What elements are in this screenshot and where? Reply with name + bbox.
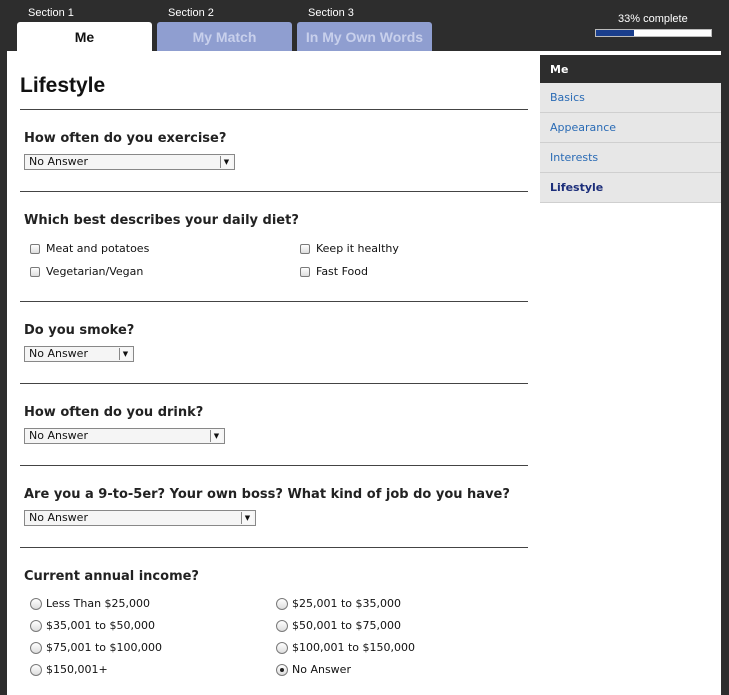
exercise-select[interactable]: No Answer ▼	[24, 154, 235, 170]
income-option[interactable]: $75,001 to $100,000	[30, 641, 162, 654]
diet-option-healthy[interactable]: Keep it healthy	[300, 242, 399, 255]
frame-left-border	[0, 51, 7, 695]
divider	[20, 465, 528, 466]
divider	[20, 191, 528, 192]
radio-selected-icon[interactable]	[276, 663, 288, 676]
smoke-question: Do you smoke?	[24, 323, 135, 338]
radio-icon[interactable]	[30, 619, 42, 632]
radio-icon[interactable]	[276, 619, 288, 632]
exercise-question: How often do you exercise?	[24, 131, 227, 146]
income-option[interactable]: $35,001 to $50,000	[30, 619, 155, 632]
radio-icon[interactable]	[276, 597, 288, 610]
smoke-select[interactable]: No Answer ▼	[24, 346, 134, 362]
income-option-label: $100,001 to $150,000	[292, 641, 416, 654]
progress-bar	[595, 29, 712, 37]
checkbox-icon[interactable]	[30, 243, 40, 254]
drink-select-value: No Answer	[29, 429, 88, 442]
drink-question: How often do you drink?	[24, 405, 204, 420]
divider	[20, 547, 528, 548]
diet-option-label: Fast Food	[316, 265, 368, 278]
section-1-label: Section 1	[28, 7, 74, 19]
divider	[20, 109, 528, 110]
radio-dot-icon	[280, 667, 284, 672]
diet-option-label: Vegetarian/Vegan	[46, 265, 144, 278]
diet-question: Which best describes your daily diet?	[24, 213, 299, 228]
income-option-label: $150,001+	[46, 663, 108, 676]
tab-me[interactable]: Me	[17, 22, 152, 51]
dropdown-arrow-icon: ▼	[119, 348, 131, 360]
dropdown-arrow-icon: ▼	[210, 430, 222, 442]
diet-option-label: Keep it healthy	[316, 242, 399, 255]
tab-in-my-own-words[interactable]: In My Own Words	[297, 22, 432, 51]
drink-select[interactable]: No Answer ▼	[24, 428, 225, 444]
income-option[interactable]: $150,001+	[30, 663, 108, 676]
dropdown-arrow-icon: ▼	[241, 512, 253, 524]
income-option[interactable]: $25,001 to $35,000	[276, 597, 401, 610]
radio-icon[interactable]	[276, 641, 288, 654]
sidebar-title: Me	[540, 55, 721, 83]
sidebar-item-lifestyle[interactable]: Lifestyle	[540, 173, 721, 203]
job-select[interactable]: No Answer ▼	[24, 510, 256, 526]
progress-fill	[596, 30, 634, 36]
diet-option-label: Meat and potatoes	[46, 242, 150, 255]
checkbox-icon[interactable]	[300, 266, 310, 277]
page-title: Lifestyle	[20, 74, 106, 97]
smoke-select-value: No Answer	[29, 347, 88, 360]
progress-text: 33% complete	[618, 13, 688, 25]
sidebar-item-basics[interactable]: Basics	[540, 83, 721, 113]
income-option[interactable]: $100,001 to $150,000	[276, 641, 415, 654]
job-select-value: No Answer	[29, 511, 88, 524]
income-option-label: $75,001 to $100,000	[46, 641, 163, 654]
radio-icon[interactable]	[30, 641, 42, 654]
radio-icon[interactable]	[30, 597, 42, 610]
sidebar-item-appearance[interactable]: Appearance	[540, 113, 721, 143]
income-option-label: No Answer	[292, 663, 351, 676]
diet-option-vegetarian[interactable]: Vegetarian/Vegan	[30, 265, 143, 278]
income-option-label: $50,001 to $75,000	[292, 619, 402, 632]
divider	[20, 383, 528, 384]
exercise-select-value: No Answer	[29, 155, 88, 168]
sidebar: Me Basics Appearance Interests Lifestyle	[540, 55, 721, 203]
job-question: Are you a 9-to-5er? Your own boss? What …	[24, 487, 510, 502]
income-option-label: Less Than $25,000	[46, 597, 151, 610]
tab-my-match[interactable]: My Match	[157, 22, 292, 51]
income-option-selected[interactable]: No Answer	[276, 663, 351, 676]
radio-icon[interactable]	[30, 663, 42, 676]
section-2-label: Section 2	[168, 7, 214, 19]
dropdown-arrow-icon: ▼	[220, 156, 232, 168]
diet-option-fast-food[interactable]: Fast Food	[300, 265, 368, 278]
income-option-label: $25,001 to $35,000	[292, 597, 402, 610]
income-option-label: $35,001 to $50,000	[46, 619, 156, 632]
income-question: Current annual income?	[24, 569, 199, 584]
top-navigation-bar: Section 1 Section 2 Section 3 Me My Matc…	[0, 0, 729, 51]
checkbox-icon[interactable]	[30, 266, 40, 277]
checkbox-icon[interactable]	[300, 243, 310, 254]
frame-right-border	[721, 51, 729, 695]
divider	[20, 301, 528, 302]
section-3-label: Section 3	[308, 7, 354, 19]
income-option[interactable]: $50,001 to $75,000	[276, 619, 401, 632]
diet-option-meat[interactable]: Meat and potatoes	[30, 242, 149, 255]
income-option[interactable]: Less Than $25,000	[30, 597, 150, 610]
sidebar-item-interests[interactable]: Interests	[540, 143, 721, 173]
